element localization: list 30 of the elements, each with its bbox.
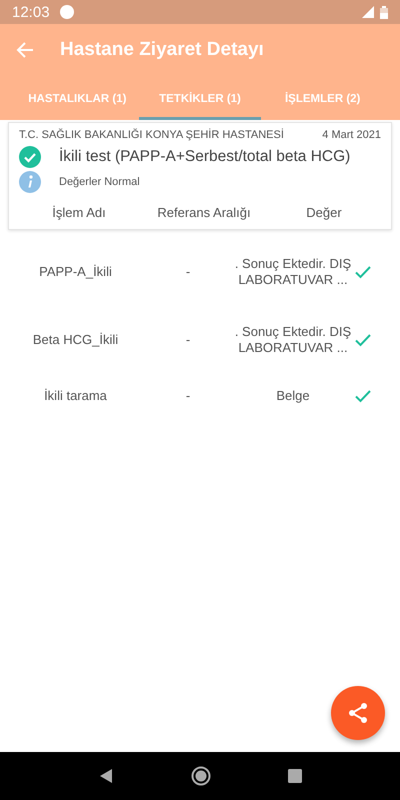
- reference-range: -: [184, 332, 192, 348]
- reference-range: -: [184, 264, 192, 280]
- column-header: Referans Aralığı: [156, 204, 252, 220]
- result-value: . Sonuç Ektedir. DIŞ LABORATUVAR ...: [234, 256, 352, 288]
- reference-range: -: [184, 388, 192, 404]
- tab[interactable]: İŞLEMLER (2): [261, 80, 384, 120]
- hospital-name: T.C. SAĞLIK BAKANLIĞI KONYA ŞEHİR HASTANESİ: [19, 129, 284, 141]
- test-name: İkili test (PAPP-A+Serbest/total beta HCG): [59, 148, 350, 166]
- procedure-name: Beta HCG_İkili: [32, 332, 120, 348]
- procedure-name: PAPP-A_İkili: [38, 264, 113, 280]
- signal-icon: [362, 6, 374, 18]
- recents-nav-icon[interactable]: [288, 769, 302, 783]
- share-button[interactable]: [331, 686, 385, 740]
- test-date: 4 Mart 2021: [322, 129, 381, 141]
- screen-title: Hastane Ziyaret Detayı: [60, 39, 264, 61]
- column-header: Değer: [305, 204, 343, 220]
- tab[interactable]: HASTALIKLAR (1): [16, 80, 139, 120]
- back-nav-icon[interactable]: [98, 768, 114, 784]
- result-value: . Sonuç Ektedir. DIŞ LABORATUVAR ...: [234, 324, 352, 356]
- tab[interactable]: TETKİKLER (1): [138, 80, 262, 120]
- home-nav-icon[interactable]: [190, 766, 211, 786]
- info-icon: [19, 171, 41, 193]
- result-value: Belge: [275, 388, 311, 404]
- share-icon: [346, 701, 370, 725]
- column-header: İşlem Adı: [51, 204, 107, 220]
- procedure-name: İkili tarama: [43, 388, 108, 404]
- status-time: 12:03: [12, 4, 50, 20]
- battery-icon: [380, 6, 388, 18]
- result-note: Değerler Normal: [59, 176, 140, 188]
- notification-dot-icon: [60, 5, 74, 19]
